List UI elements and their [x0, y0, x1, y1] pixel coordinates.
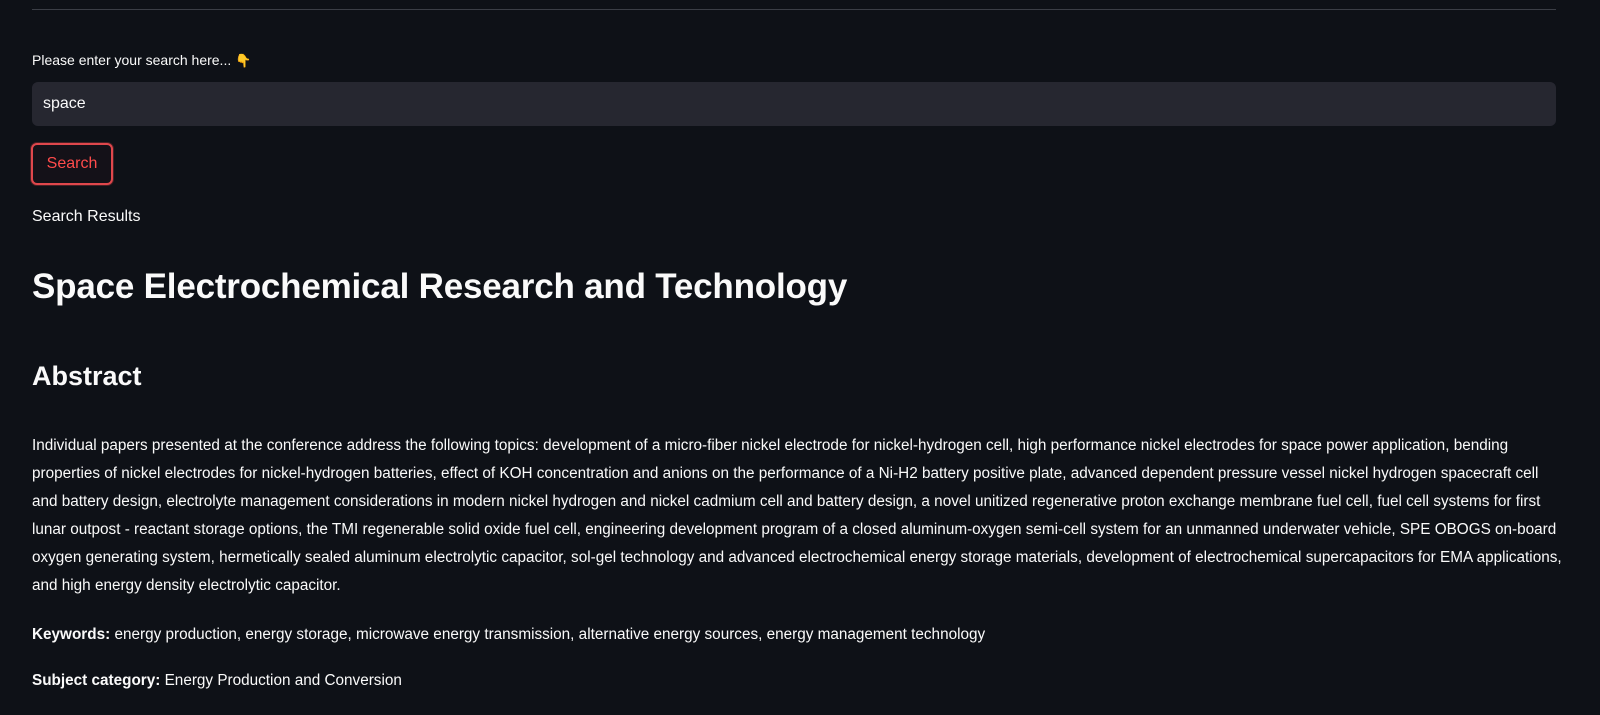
subject-category-label: Subject category:: [32, 672, 161, 689]
search-label-text: Please enter your search here...: [32, 52, 232, 68]
abstract-heading: Abstract: [32, 361, 142, 391]
result-title: Space Electrochemical Research and Techn…: [32, 267, 848, 306]
app-container: Please enter your search here...👇 Search…: [0, 0, 1600, 715]
subject-category-line: Subject category: Energy Production and …: [32, 669, 402, 693]
search-input[interactable]: [32, 82, 1556, 126]
keywords-value: energy production, energy storage, micro…: [114, 626, 986, 643]
search-results-heading: Search Results: [32, 208, 141, 225]
subject-category-value: Energy Production and Conversion: [164, 672, 402, 689]
pointing-down-icon: 👇: [235, 53, 252, 68]
keywords-line: Keywords: energy production, energy stor…: [32, 623, 985, 647]
search-button[interactable]: Search: [31, 143, 113, 185]
abstract-text: Individual papers presented at the confe…: [32, 437, 1562, 594]
top-divider: [32, 9, 1556, 10]
search-label: Please enter your search here... 👇: [32, 50, 251, 71]
keywords-label: Keywords:: [32, 626, 111, 643]
